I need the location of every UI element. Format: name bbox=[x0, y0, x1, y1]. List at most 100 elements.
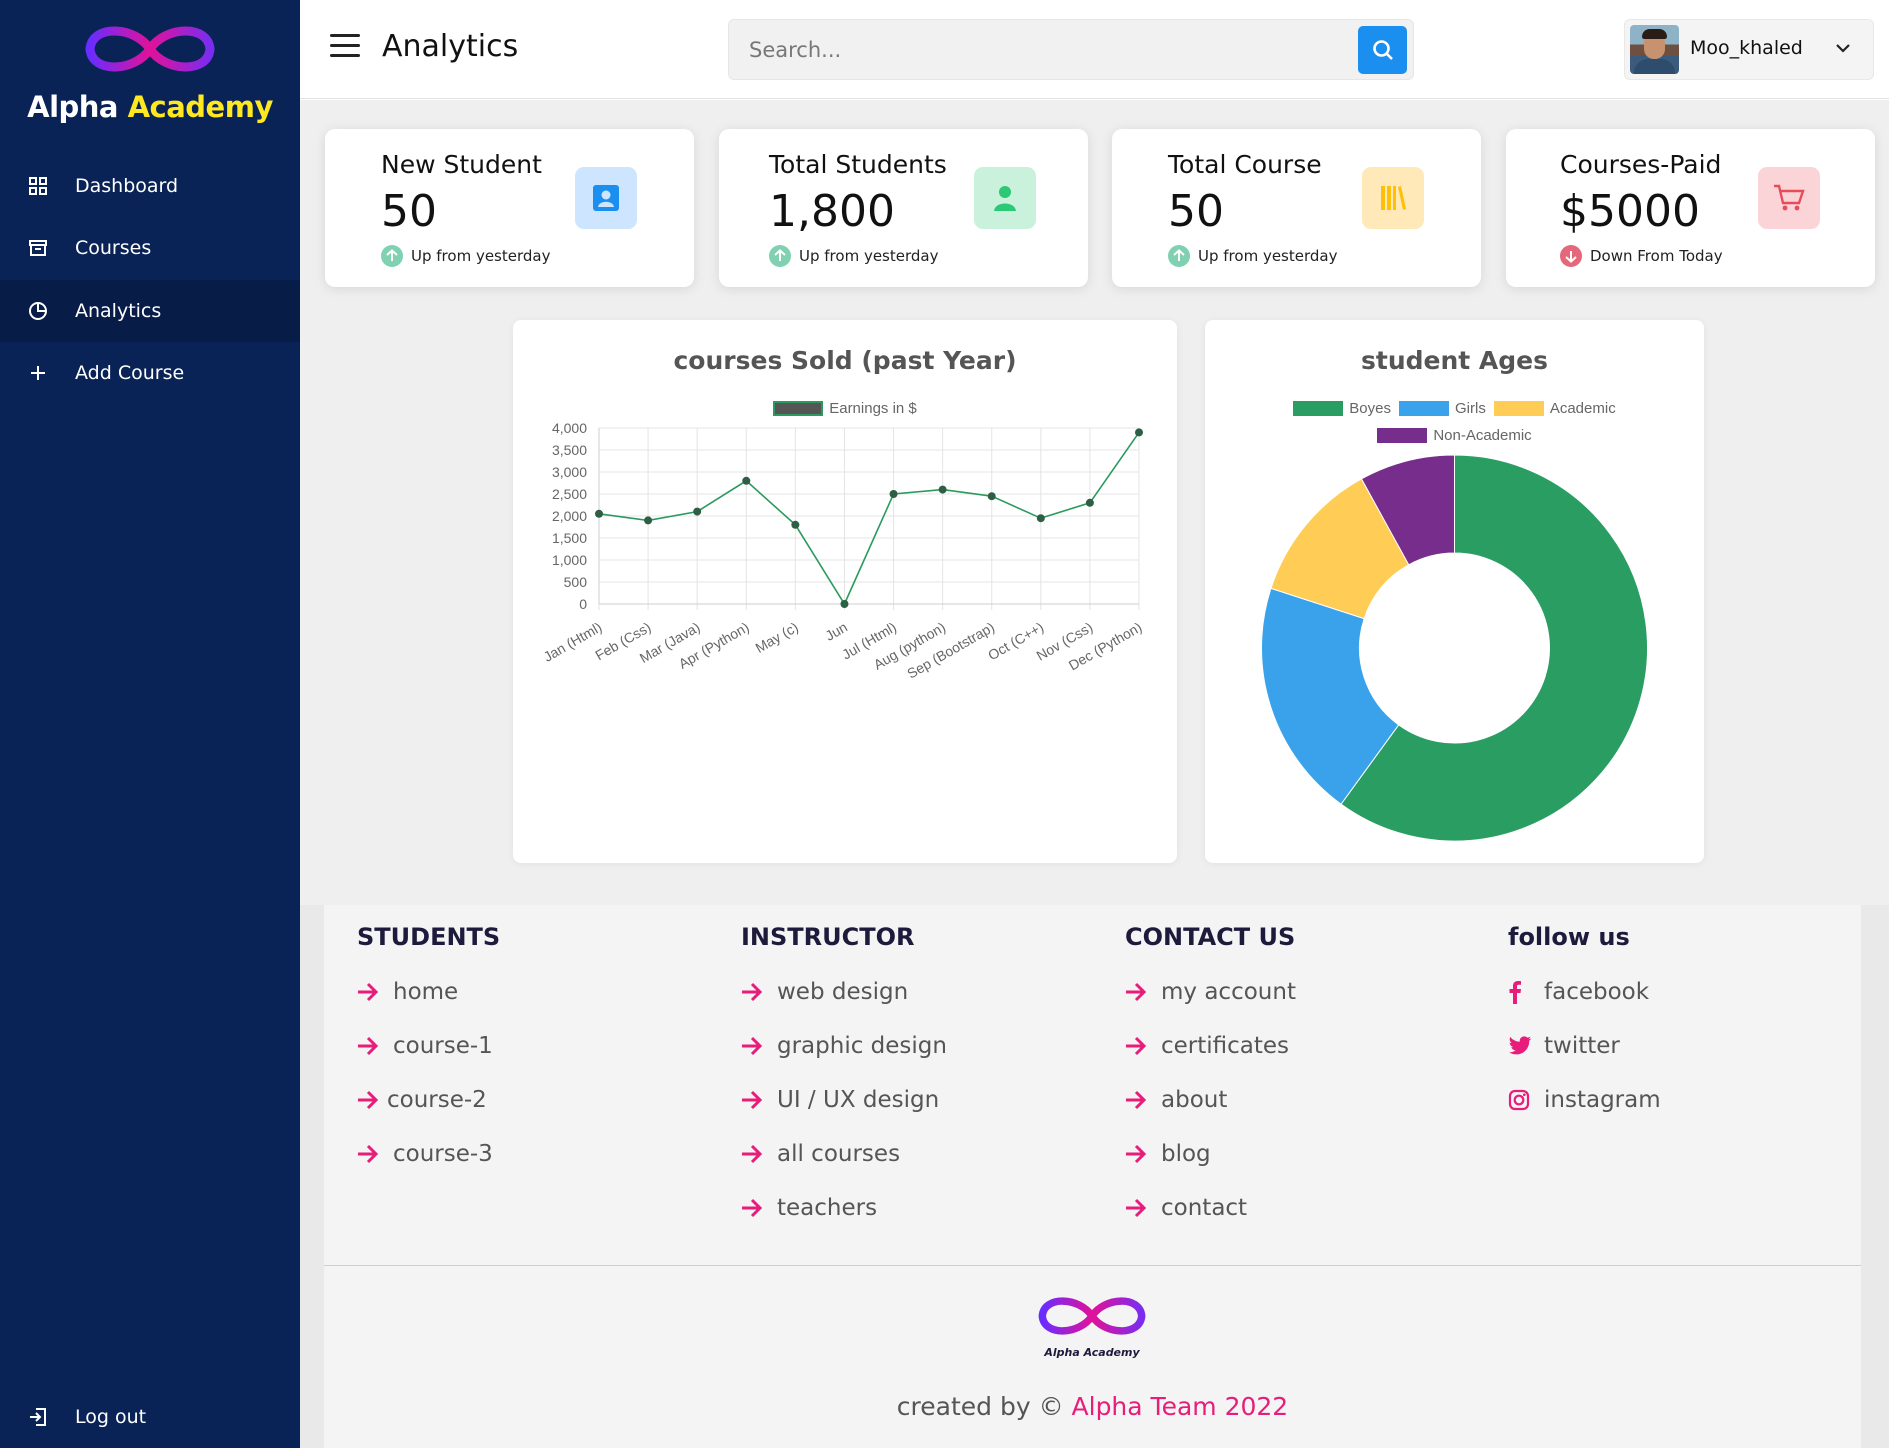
legend-swatch bbox=[1399, 401, 1449, 416]
brand-logo[interactable]: Alpha Academy bbox=[0, 18, 300, 124]
footer-link[interactable]: teachers bbox=[741, 1181, 947, 1235]
facebook-icon bbox=[1508, 980, 1532, 1004]
footer-link-twitter[interactable]: twitter bbox=[1508, 1019, 1661, 1073]
data-point bbox=[987, 492, 996, 501]
arrow-right-icon bbox=[1125, 1198, 1149, 1218]
credit-team-link[interactable]: Alpha Team 2022 bbox=[1072, 1392, 1289, 1421]
books-icon bbox=[1362, 167, 1424, 229]
data-point bbox=[889, 490, 898, 498]
footer-link[interactable]: blog bbox=[1125, 1127, 1296, 1181]
student-ages-panel: student Ages Boyes Girls Academic Non-Ac… bbox=[1205, 320, 1704, 863]
user-menu[interactable]: Moo_khaled bbox=[1624, 19, 1874, 80]
footer-link[interactable]: UI / UX design bbox=[741, 1073, 947, 1127]
search-button[interactable] bbox=[1358, 26, 1407, 74]
footer-panel: STUDENTS home course-1 course-2 course-3… bbox=[324, 905, 1861, 1448]
stat-title: New Student bbox=[381, 150, 542, 179]
search-input[interactable] bbox=[729, 20, 1349, 79]
legend-label: Academic bbox=[1549, 400, 1616, 417]
footer-link[interactable]: course-3 bbox=[357, 1127, 500, 1181]
footer-credit: created by © Alpha Team 2022 bbox=[324, 1392, 1861, 1421]
footer-link[interactable]: graphic design bbox=[741, 1019, 947, 1073]
line-chart: 0 500 1,000 1,500 2,000 2,500 3,000 3,500 4,000 J… bbox=[541, 420, 1145, 682]
stat-trend: Up from yesterday bbox=[381, 245, 550, 267]
footer-link[interactable]: my account bbox=[1125, 965, 1296, 1019]
footer-link-label: certificates bbox=[1161, 1033, 1290, 1059]
footer-divider bbox=[324, 1265, 1861, 1266]
data-point bbox=[1036, 514, 1045, 523]
infinity-logo-icon bbox=[1038, 1297, 1146, 1335]
legend-swatch bbox=[1293, 401, 1344, 416]
logout-button[interactable]: Log out bbox=[0, 1386, 300, 1448]
data-point bbox=[693, 507, 702, 516]
top-header: Analytics Moo_khaled bbox=[300, 0, 1889, 99]
legend-item[interactable]: Girls bbox=[1399, 400, 1486, 417]
sidebar-item-label: Courses bbox=[75, 237, 152, 259]
y-tick-label: 4,000 bbox=[552, 420, 587, 436]
footer-link[interactable]: about bbox=[1125, 1073, 1296, 1127]
stat-card-new-student[interactable]: New Student 50 Up from yesterday bbox=[325, 129, 694, 287]
sidebar-item-dashboard[interactable]: Dashboard bbox=[0, 155, 300, 217]
cart-icon bbox=[1758, 167, 1820, 229]
footer-link[interactable]: course-2 bbox=[357, 1073, 500, 1127]
footer-link-label: course-1 bbox=[393, 1033, 493, 1059]
bottom-strip bbox=[0, 1448, 1889, 1452]
x-tick-label: Jan (Html) bbox=[541, 619, 605, 665]
twitter-icon bbox=[1508, 1036, 1532, 1056]
sidebar-item-label: Analytics bbox=[75, 300, 162, 322]
footer-link[interactable]: contact bbox=[1125, 1181, 1296, 1235]
y-tick-label: 3,000 bbox=[552, 464, 587, 480]
brand-name-part1: Alpha bbox=[27, 90, 118, 124]
footer-link-facebook[interactable]: facebook bbox=[1508, 965, 1661, 1019]
data-point bbox=[742, 476, 751, 485]
footer-link[interactable]: all courses bbox=[741, 1127, 947, 1181]
courses-sold-panel: courses Sold (past Year) Earnings in $ 0… bbox=[513, 320, 1177, 863]
footer-link[interactable]: course-1 bbox=[357, 1019, 500, 1073]
footer-link[interactable]: certificates bbox=[1125, 1019, 1296, 1073]
legend-label: Non-Academic bbox=[1433, 427, 1532, 444]
footer-link[interactable]: web design bbox=[741, 965, 947, 1019]
stat-title: Courses-Paid bbox=[1560, 150, 1722, 179]
chart-title: courses Sold (past Year) bbox=[673, 346, 1017, 375]
data-point bbox=[1135, 428, 1143, 437]
legend-item[interactable]: Non-Academic bbox=[1377, 427, 1532, 444]
sidebar-item-add-course[interactable]: Add Course bbox=[0, 342, 300, 404]
stat-value: 50 bbox=[381, 186, 437, 237]
footer-heading: follow us bbox=[1508, 923, 1630, 951]
footer-col-follow: follow us facebook twitter instagram bbox=[1508, 923, 1661, 1127]
footer-logo[interactable]: Alpha Academy bbox=[1034, 1290, 1150, 1359]
footer-link-label: home bbox=[393, 979, 459, 1005]
footer-col-students: STUDENTS home course-1 course-2 course-3 bbox=[357, 923, 500, 1181]
footer-link-label: course-3 bbox=[393, 1141, 493, 1167]
search-icon bbox=[1372, 40, 1393, 60]
sidebar-item-courses[interactable]: Courses bbox=[0, 217, 300, 279]
arrow-right-icon bbox=[357, 1090, 381, 1110]
legend-item[interactable]: Academic bbox=[1493, 400, 1616, 417]
legend-item[interactable]: Boyes bbox=[1293, 400, 1391, 417]
brand-name: Alpha Academy bbox=[0, 90, 300, 124]
footer-link-label: blog bbox=[1161, 1141, 1211, 1167]
arrow-right-icon bbox=[741, 1144, 765, 1164]
footer-link[interactable]: home bbox=[357, 965, 500, 1019]
arrow-right-icon bbox=[741, 982, 765, 1002]
x-tick-label: Jun bbox=[822, 619, 850, 644]
sidebar-item-label: Dashboard bbox=[75, 175, 179, 197]
credit-prefix: created by © bbox=[896, 1392, 1072, 1421]
user-icon bbox=[974, 167, 1036, 229]
stat-trend-label: Up from yesterday bbox=[1198, 247, 1338, 265]
legend-label: Girls bbox=[1455, 400, 1486, 417]
stat-trend: Down From Today bbox=[1560, 245, 1723, 267]
data-point bbox=[840, 600, 849, 608]
arrow-right-icon bbox=[741, 1090, 765, 1110]
sidebar-item-analytics[interactable]: Analytics bbox=[0, 280, 300, 342]
x-tick-label: Sep (Bootstrap) bbox=[904, 619, 997, 682]
stat-card-courses-paid[interactable]: Courses-Paid $5000 Down From Today bbox=[1506, 129, 1875, 287]
arrow-right-icon bbox=[357, 1144, 381, 1164]
stat-card-total-course[interactable]: Total Course 50 Up from yesterday bbox=[1112, 129, 1481, 287]
user-name: Moo_khaled bbox=[1690, 37, 1803, 59]
footer-link-instagram[interactable]: instagram bbox=[1508, 1073, 1661, 1127]
stat-card-total-students[interactable]: Total Students 1,800 Up from yesterday bbox=[719, 129, 1088, 287]
arrow-right-icon bbox=[1125, 982, 1149, 1002]
hamburger-menu-icon[interactable] bbox=[330, 34, 364, 62]
y-tick-label: 3,500 bbox=[552, 442, 587, 458]
footer-link-label: teachers bbox=[777, 1195, 878, 1221]
